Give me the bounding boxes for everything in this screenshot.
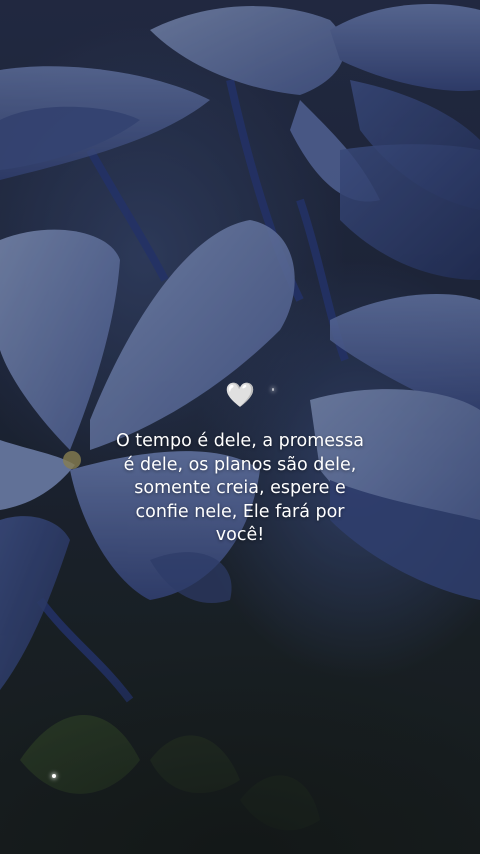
sparkle-dot	[52, 774, 56, 778]
dim-overlay	[0, 0, 480, 854]
quote-text: O tempo é dele, a promessa é dele, os pl…	[115, 431, 365, 545]
story-screen: 🤍 O tempo é dele, a promessa é dele, os …	[0, 0, 480, 854]
white-heart-icon: 🤍	[225, 381, 255, 409]
